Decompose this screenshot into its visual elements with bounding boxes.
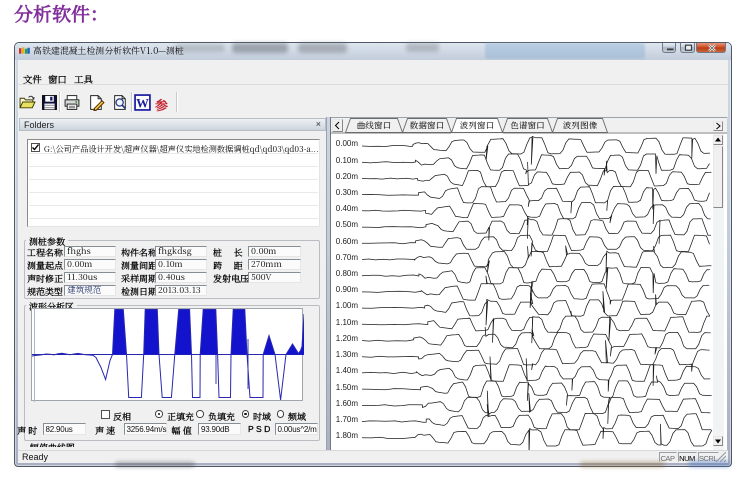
svg-text:波列图像: 波列图像 [563,120,598,132]
svg-text:波列窗口: 波列窗口 [460,120,494,132]
svg-text:数据窗口: 数据窗口 [410,120,444,132]
svg-text:W: W [136,96,149,110]
svg-text:曲线窗口: 曲线窗口 [357,120,391,132]
svg-text:色谱窗口: 色谱窗口 [510,120,544,132]
